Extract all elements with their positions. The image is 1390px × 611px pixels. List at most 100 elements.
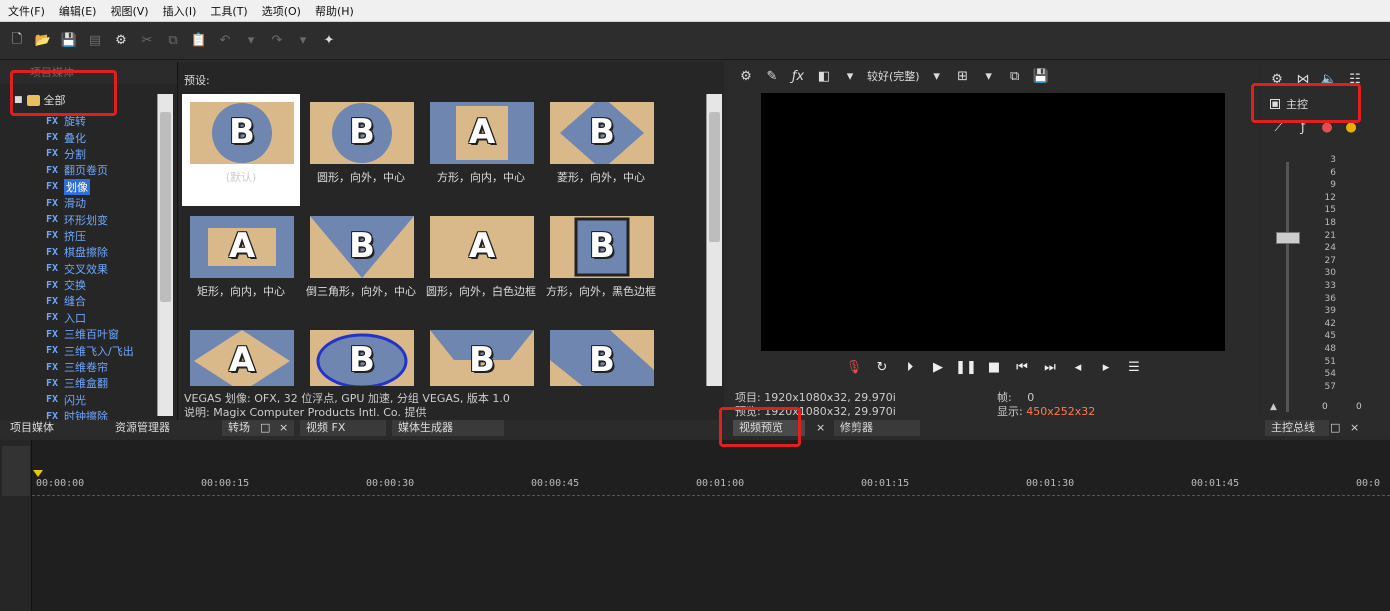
transitions-close-button[interactable]: × bbox=[279, 420, 288, 436]
tab-project-media[interactable]: 项目媒体 bbox=[10, 420, 54, 436]
transition-list-item[interactable]: FX 三维百叶窗 bbox=[46, 326, 134, 342]
undo-dropdown-icon[interactable]: ▾ bbox=[242, 32, 260, 50]
transition-name: 分割 bbox=[64, 147, 87, 161]
preset-tile[interactable]: A 圆形，向外，白色边框 bbox=[422, 208, 540, 320]
cut-icon[interactable]: ✂ bbox=[138, 32, 156, 50]
menu-item-5[interactable]: 选项(O) bbox=[262, 3, 301, 19]
tree-scrollbar-thumb[interactable] bbox=[160, 112, 171, 302]
tab-media-generators[interactable]: 媒体生成器 bbox=[392, 420, 504, 436]
meter-tick-label: 27 bbox=[1324, 255, 1336, 266]
preset-tile[interactable]: B 菱形，向外，中心 bbox=[542, 94, 660, 206]
preview-close-button[interactable]: × bbox=[816, 420, 825, 436]
preset-tile[interactable]: B 倒三角形，向外，中心 bbox=[302, 208, 420, 320]
menu-item-1[interactable]: 编辑(E) bbox=[59, 3, 97, 19]
play-icon[interactable]: ▶ bbox=[929, 358, 947, 376]
presets-scrollbar-thumb[interactable] bbox=[709, 112, 720, 242]
transition-list-item[interactable]: FX 翻页卷页 bbox=[46, 162, 134, 178]
tab-video-fx[interactable]: 视频 FX bbox=[300, 420, 386, 436]
fx-icon[interactable]: ƒx bbox=[789, 67, 807, 85]
record-mic-icon[interactable]: 🎙 bbox=[845, 358, 863, 376]
stop-icon[interactable]: ■ bbox=[985, 358, 1003, 376]
split-dropdown-icon[interactable]: ▾ bbox=[841, 67, 859, 85]
go-to-end-icon[interactable]: ⏭ bbox=[1041, 358, 1059, 376]
grid-icon[interactable]: ⊞ bbox=[954, 67, 972, 85]
transition-name: 三维百叶窗 bbox=[64, 328, 120, 342]
preset-thumbnail: B bbox=[550, 216, 654, 278]
master-fader-track[interactable] bbox=[1286, 162, 1289, 412]
save-icon[interactable]: 💾 bbox=[60, 32, 78, 50]
preset-tile[interactable]: A 方形，向内，中心 bbox=[422, 94, 540, 206]
render-icon[interactable]: ▤ bbox=[86, 32, 104, 50]
menu-icon[interactable]: ☰ bbox=[1125, 358, 1143, 376]
playhead-marker-icon[interactable] bbox=[33, 470, 43, 477]
transition-list-item[interactable]: FX 挤压 bbox=[46, 228, 134, 244]
transition-list-item[interactable]: FX 分割 bbox=[46, 146, 134, 162]
timeline-area[interactable]: 00:00:00 00:00:15 00:00:30 00:00:45 00:01:00… bbox=[0, 440, 1390, 611]
undo-icon[interactable]: ↶ bbox=[216, 32, 234, 50]
play-from-start-icon[interactable]: ⏵ bbox=[901, 358, 919, 376]
transition-list-item[interactable]: FX 闪光 bbox=[46, 392, 134, 408]
transition-list-item[interactable]: FX 入口 bbox=[46, 310, 134, 326]
preview-settings-icon[interactable]: ⚙ bbox=[737, 67, 755, 85]
redo-icon[interactable]: ↷ bbox=[268, 32, 286, 50]
go-to-start-icon[interactable]: ⏮ bbox=[1013, 358, 1031, 376]
meter-tick-label: 57 bbox=[1324, 381, 1336, 392]
menu-item-4[interactable]: 工具(T) bbox=[210, 3, 247, 19]
timeline-tick-label: 00:00:15 bbox=[201, 478, 250, 489]
master-float-button[interactable]: □ bbox=[1330, 420, 1340, 436]
preset-tile[interactable]: B 圆形，向外，中心 bbox=[302, 94, 420, 206]
tree-scrollbar[interactable] bbox=[157, 94, 173, 416]
transition-list-item[interactable]: FX 缝合 bbox=[46, 293, 134, 309]
master-fader-knob[interactable] bbox=[1276, 232, 1300, 244]
redo-dropdown-icon[interactable]: ▾ bbox=[294, 32, 312, 50]
presets-scrollbar[interactable] bbox=[706, 94, 722, 386]
new-file-icon[interactable]: 🗋 bbox=[8, 32, 26, 50]
preview-quality-select[interactable]: 较好(完整) bbox=[867, 68, 920, 84]
preset-tile[interactable]: B (默认) bbox=[182, 94, 300, 206]
grid-dropdown-icon[interactable]: ▾ bbox=[980, 67, 998, 85]
preset-tile[interactable]: A 矩形，向内，中心 bbox=[182, 208, 300, 320]
transitions-float-button[interactable]: □ bbox=[260, 420, 270, 436]
edit-icon[interactable]: ✎ bbox=[763, 67, 781, 85]
tab-explorer[interactable]: 资源管理器 bbox=[115, 420, 170, 436]
split-screen-icon[interactable]: ◧ bbox=[815, 67, 833, 85]
copy-snapshot-icon[interactable]: ⧉ bbox=[1006, 67, 1024, 85]
master-close-button[interactable]: × bbox=[1350, 420, 1359, 436]
preview-screen[interactable] bbox=[761, 93, 1225, 351]
save-snapshot-icon[interactable]: 💾 bbox=[1032, 67, 1050, 85]
transition-list-item[interactable]: FX 三维飞入/飞出 bbox=[46, 342, 134, 358]
transition-list-item[interactable]: FX 划像 bbox=[46, 178, 134, 195]
transition-list-item[interactable]: FX 滑动 bbox=[46, 195, 134, 211]
menu-item-2[interactable]: 视图(V) bbox=[110, 3, 148, 19]
preset-tile[interactable]: B 方形，向外，黑色边框 bbox=[542, 208, 660, 320]
tab-master-bus[interactable]: 主控总线 bbox=[1265, 420, 1329, 436]
transition-list-item[interactable]: FX 环形划变 bbox=[46, 211, 134, 227]
transition-name: 三维飞入/飞出 bbox=[64, 344, 134, 358]
transition-list-item[interactable]: FX 交换 bbox=[46, 277, 134, 293]
timeline-tick-label: 00:01:15 bbox=[861, 478, 910, 489]
magic-wand-icon[interactable]: ✦ bbox=[320, 32, 338, 50]
preset-tile[interactable]: B bbox=[542, 322, 660, 434]
menu-item-0[interactable]: 文件(F) bbox=[8, 3, 45, 19]
transition-list-item[interactable]: FX 三维盒翻 bbox=[46, 375, 134, 391]
timeline-ruler[interactable]: 00:00:00 00:00:15 00:00:30 00:00:45 00:01:00… bbox=[32, 474, 1390, 496]
tab-trimmer[interactable]: 修剪器 bbox=[834, 420, 920, 436]
prev-frame-icon[interactable]: ◂ bbox=[1069, 358, 1087, 376]
next-frame-icon[interactable]: ▸ bbox=[1097, 358, 1115, 376]
presets-panel: 预设: B (默认) B 圆形，向外，中心 A 方形，向内，中心 B 菱形，向外，中心 A 矩形，… bbox=[178, 62, 724, 420]
transition-list-item[interactable]: FX 三维卷帘 bbox=[46, 359, 134, 375]
transition-list-item[interactable]: FX 交叉效果 bbox=[46, 261, 134, 277]
transition-list-item[interactable]: FX 棋盘擦除 bbox=[46, 244, 134, 260]
menu-item-3[interactable]: 插入(I) bbox=[163, 3, 197, 19]
open-folder-icon[interactable]: 📂 bbox=[34, 32, 52, 50]
paste-icon[interactable]: 📋 bbox=[190, 32, 208, 50]
copy-icon[interactable]: ⧉ bbox=[164, 32, 182, 50]
menu-item-6[interactable]: 帮助(H) bbox=[315, 3, 354, 19]
transition-list-item[interactable]: FX 叠化 bbox=[46, 129, 134, 145]
preset-tile[interactable]: B bbox=[422, 322, 540, 434]
transition-name: 缝合 bbox=[64, 295, 87, 309]
settings-gear-icon[interactable]: ⚙ bbox=[112, 32, 130, 50]
quality-dropdown-icon[interactable]: ▾ bbox=[928, 67, 946, 85]
loop-icon[interactable]: ↻ bbox=[873, 358, 891, 376]
pause-icon[interactable]: ❚❚ bbox=[955, 358, 977, 376]
